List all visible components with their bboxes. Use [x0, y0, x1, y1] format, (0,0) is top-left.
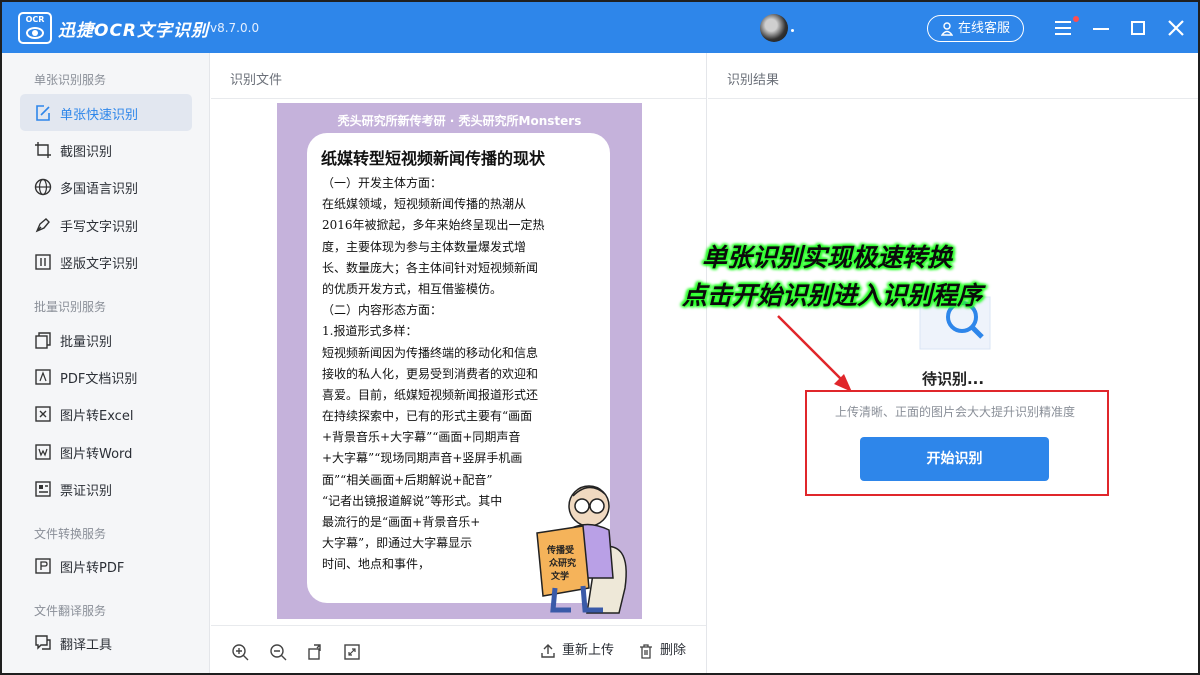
sidebar-item-excel[interactable]: 图片转Excel [20, 395, 192, 432]
delete-label: 删除 [660, 643, 687, 658]
file-panel: 识别文件 秃头研究所新传考研 · 秃头研究所Monsters 纸媒转型短视频新闻… [211, 53, 707, 673]
image-to-pdf-icon [35, 558, 51, 574]
sidebar-item-ticket[interactable]: 票证识别 [20, 470, 192, 507]
preview-doc-line: 度，主要体现为参与主体数量爆发式增 [322, 239, 527, 254]
app-version: v8.7.0.0 [210, 21, 260, 35]
vertical-text-icon [35, 254, 51, 270]
batch-icon [35, 332, 51, 349]
maximize-icon[interactable] [1125, 14, 1153, 42]
preview-header-text: 秃头研究所新传考研 · 秃头研究所Monsters [337, 114, 582, 128]
zoom-in-icon[interactable] [231, 643, 249, 661]
sidebar-item-translate[interactable]: 翻译工具 [20, 624, 192, 661]
preview-doc-line: 1.报道形式多样： [322, 324, 418, 339]
ticket-icon [35, 481, 51, 497]
sidebar-item-label: 截图识别 [60, 145, 113, 160]
overlay-caption-line2: 点击开始识别进入识别程序 [681, 281, 982, 310]
preview-doc-line: （一）开发主体方面： [322, 176, 443, 190]
preview-doc-line: 在持续探索中，已有的形式主要有“画面 [322, 409, 533, 424]
sidebar-item-label: PDF文档识别 [60, 372, 138, 387]
delete-button[interactable]: 删除 [638, 641, 686, 663]
reupload-label: 重新上传 [562, 643, 615, 658]
avatar[interactable] [760, 14, 788, 42]
arrow-icon [777, 315, 852, 392]
cartoon-book-text: 众研究 [549, 557, 576, 569]
eye-icon [26, 27, 44, 39]
result-panel-header: 识别结果 [708, 53, 1198, 99]
globe-icon [34, 178, 52, 196]
pdf-icon [35, 369, 51, 385]
cartoon-book-text: 文学 [550, 570, 569, 582]
fit-screen-icon[interactable] [343, 643, 361, 661]
online-service-label: 在线客服 [958, 21, 1011, 36]
app-title: 迅捷OCR文字识别 [58, 21, 210, 41]
section-label-single: 单张识别服务 [34, 73, 107, 87]
file-panel-title: 识别文件 [230, 73, 283, 88]
sidebar-item-pdf[interactable]: PDF文档识别 [20, 358, 192, 395]
trash-icon [640, 644, 652, 659]
zoom-out-icon[interactable] [269, 643, 287, 661]
preview-doc-line: +背景音乐+大字幕”“画面+同期声音 [322, 430, 521, 445]
crop-icon [35, 142, 51, 158]
sidebar-item-multilang[interactable]: 多国语言识别 [20, 168, 192, 205]
preview-doc-line: 的优质开发方式，相互借鉴模仿。 [322, 281, 503, 296]
preview-doc-line: 2016年被掀起，多年来始终呈现出一定热 [322, 218, 545, 233]
cartoon-book-text: 传播受 [546, 544, 574, 556]
file-panel-header: 识别文件 [211, 53, 706, 99]
notification-dot [1073, 16, 1079, 22]
sidebar-item-image-to-pdf[interactable]: 图片转PDF [20, 547, 192, 584]
sidebar-item-quick-scan[interactable]: 单张快速识别 [20, 94, 192, 131]
sidebar-item-label: 图片转Word [60, 447, 133, 462]
sidebar-item-label: 图片转PDF [60, 561, 125, 576]
close-icon[interactable] [1162, 14, 1190, 42]
rotate-icon[interactable] [306, 643, 324, 661]
preview-doc-line: 喜爱。目前，纸媒短视频新闻报道形式还 [322, 387, 539, 402]
sidebar-item-word[interactable]: 图片转Word [20, 433, 192, 470]
preview-doc-line: +大字幕”“现场同期声音+竖屏手机画 [322, 451, 523, 466]
online-service-button[interactable]: 在线客服 [927, 15, 1024, 42]
sidebar-item-label: 翻译工具 [60, 638, 113, 653]
preview-doc-line: 接收的私人化，更易受到消费者的欢迎和 [322, 366, 539, 381]
title-bar: OCR 迅捷OCR文字识别 v8.7.0.0 在线客服 [2, 2, 1198, 53]
excel-icon [35, 406, 51, 422]
sidebar: 单张识别服务 单张快速识别 截图识别 多国语言识别 手写文字识别 竖版文字识别 … [2, 53, 210, 673]
result-panel-title: 识别结果 [727, 73, 780, 88]
sidebar-item-screenshot[interactable]: 截图识别 [20, 131, 192, 168]
preview-doc-line: 长、数量庞大；各主体间针对短视频新闻 [322, 260, 539, 275]
section-label-translate: 文件翻译服务 [34, 604, 107, 618]
preview-doc-line: （二）内容形态方面： [322, 303, 443, 318]
reupload-button[interactable]: 重新上传 [540, 641, 614, 663]
translate-icon [35, 635, 51, 650]
sidebar-item-label: 单张快速识别 [60, 108, 139, 123]
highlight-box [805, 390, 1109, 496]
sidebar-item-handwriting[interactable]: 手写文字识别 [20, 206, 192, 243]
sidebar-item-label: 票证识别 [60, 484, 113, 499]
pen-icon [35, 218, 50, 233]
sidebar-item-label: 批量识别 [60, 335, 113, 350]
app-window: OCR 迅捷OCR文字识别 v8.7.0.0 在线客服 单张识别服务 单张快速识… [0, 0, 1200, 675]
sidebar-item-label: 竖版文字识别 [60, 257, 139, 272]
logo-text: OCR [25, 15, 45, 24]
section-label-convert: 文件转换服务 [34, 527, 107, 541]
word-icon [35, 444, 51, 460]
sidebar-item-label: 图片转Excel [60, 409, 134, 424]
preview-doc-line: 短视频新闻因为传播终端的移动化和信息 [322, 345, 539, 360]
sidebar-item-vertical[interactable]: 竖版文字识别 [20, 243, 192, 280]
sidebar-item-batch[interactable]: 批量识别 [20, 321, 192, 358]
minimize-icon[interactable] [1089, 14, 1117, 42]
quick-scan-icon [36, 105, 50, 121]
reading-character-illustration: 传播受 众研究 文学 [536, 485, 627, 614]
avatar-dot [791, 29, 794, 32]
preview-doc-line: 在纸媒领域，短视频新闻传播的热潮从 [322, 197, 527, 212]
overlay-caption-line1: 单张识别实现极速转换 [701, 243, 952, 272]
preview-doc-title: 纸媒转型短视频新闻传播的现状 [321, 149, 546, 168]
sidebar-item-label: 多国语言识别 [60, 182, 139, 197]
file-preview-image: 秃头研究所新传考研 · 秃头研究所Monsters 纸媒转型短视频新闻传播的现状… [277, 103, 642, 619]
file-toolbar: 重新上传 删除 [211, 625, 706, 673]
person-icon [941, 22, 953, 36]
upload-icon [541, 644, 555, 658]
sidebar-item-label: 手写文字识别 [60, 220, 139, 235]
section-label-batch: 批量识别服务 [34, 300, 107, 314]
ocr-logo-icon: OCR [18, 12, 52, 44]
